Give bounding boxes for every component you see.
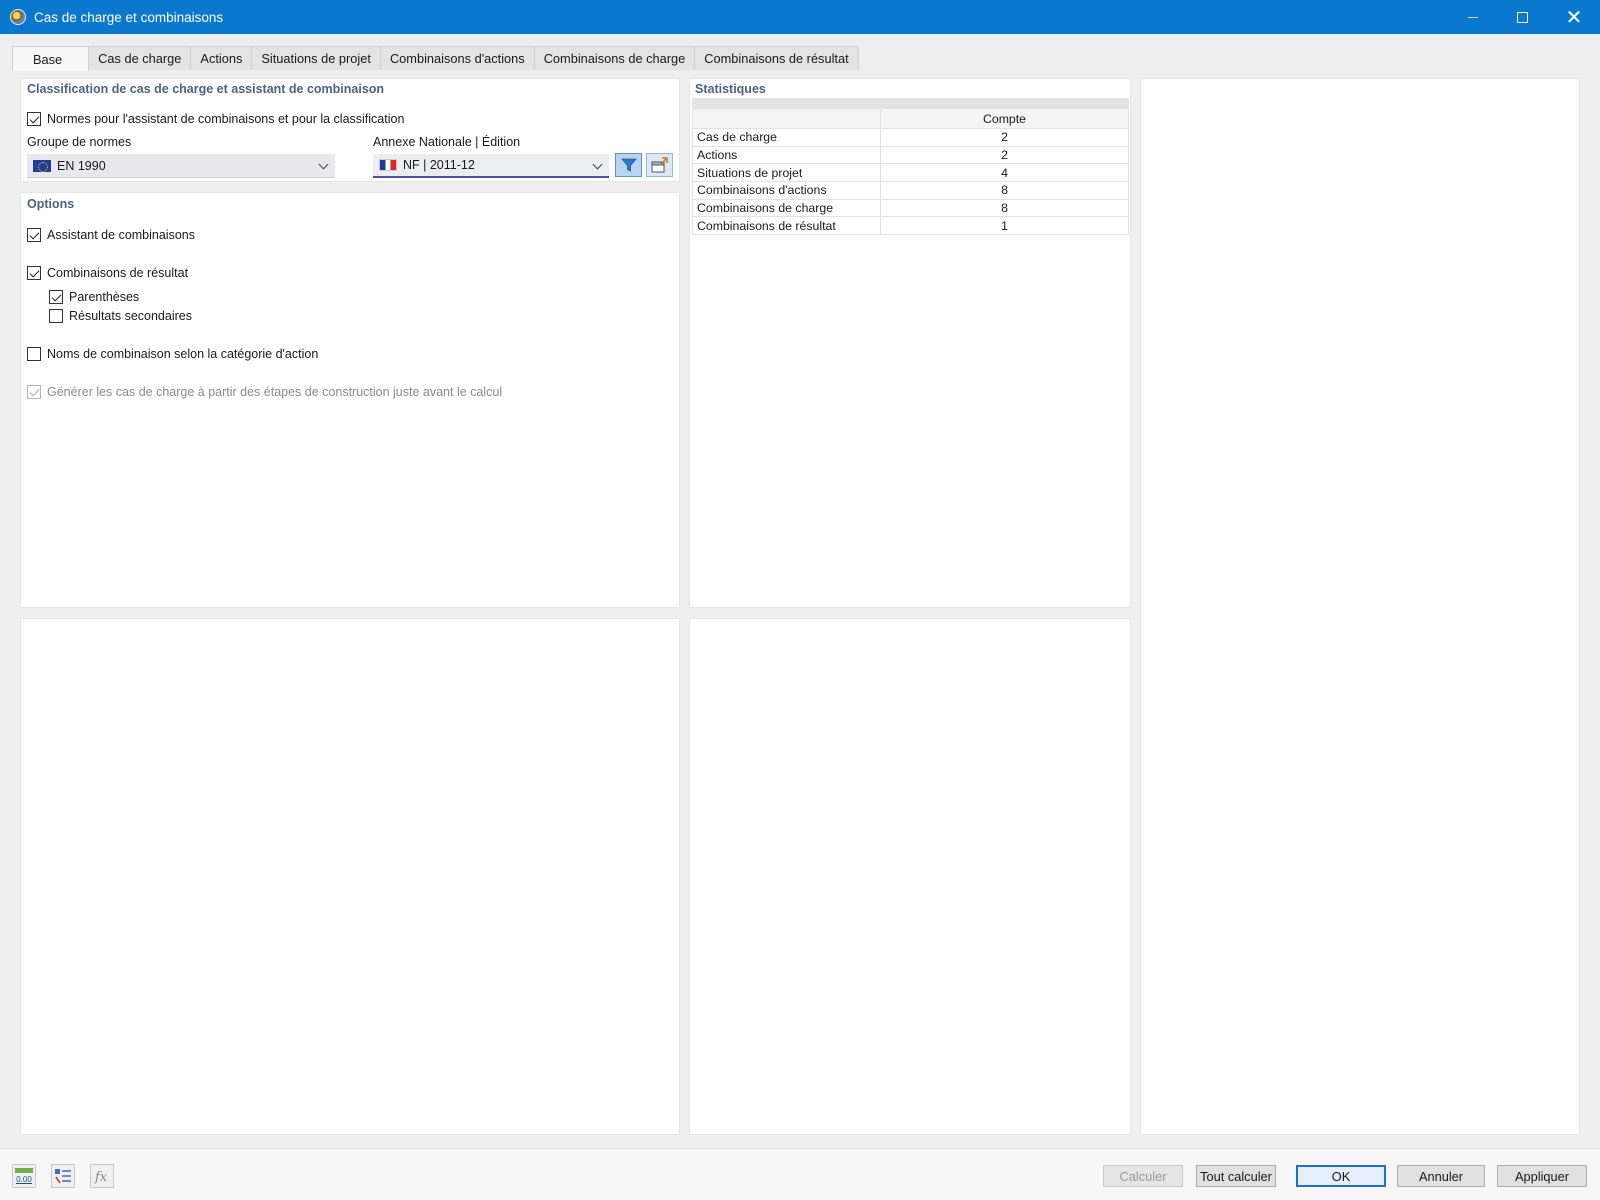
combination-wizard-label: Assistant de combinaisons (47, 228, 195, 242)
lower-middle-panel (689, 618, 1131, 1135)
norm-group-dropdown[interactable]: EN 1990 (27, 154, 335, 178)
calculate-all-button[interactable]: Tout calculer (1196, 1165, 1276, 1187)
checkbox-box[interactable] (27, 112, 41, 126)
generate-load-cases-label: Générer les cas de charge à partir des é… (47, 385, 503, 399)
norms-checkbox[interactable]: Normes pour l'assistant de combinaisons … (27, 112, 404, 126)
statistics-table: Compte Cas de charge 2 Actions 2 Situati… (692, 98, 1129, 236)
tab-design-situations[interactable]: Situations de projet (251, 46, 381, 70)
row-name: Combinaisons d'actions (692, 181, 881, 200)
row-name: Combinaisons de charge (692, 198, 881, 218)
options-panel (20, 192, 680, 608)
table-row[interactable]: Situations de projet 4 (692, 163, 1129, 183)
title-bar: Cas de charge et combinaisons (0, 0, 1600, 34)
statistics-title: Statistiques (695, 82, 766, 96)
options-title: Options (27, 197, 75, 211)
table-row[interactable]: Combinaisons d'actions 8 (692, 181, 1129, 200)
calculate-button[interactable]: Calculer (1103, 1165, 1183, 1187)
formula-icon: fx (94, 1170, 108, 1185)
model-view-button[interactable] (51, 1164, 75, 1188)
checkbox-box[interactable] (49, 290, 63, 304)
app-icon (10, 9, 26, 25)
svg-text:fx: fx (94, 1170, 108, 1185)
chevron-down-icon (592, 159, 603, 170)
checkbox-box[interactable] (27, 228, 41, 242)
names-by-category-label: Noms de combinaison selon la catégorie d… (47, 347, 319, 361)
secondary-results-checkbox[interactable]: Résultats secondaires (49, 309, 192, 323)
row-name: Actions (692, 145, 881, 165)
chevron-down-icon (318, 159, 329, 170)
table-header-band (692, 98, 1129, 109)
row-count: 8 (880, 198, 1129, 218)
cancel-button[interactable]: Annuler (1397, 1165, 1485, 1187)
eu-flag-icon (33, 159, 51, 172)
table-row[interactable]: Cas de charge 2 (692, 128, 1129, 147)
norm-group-label: Groupe de normes (27, 135, 132, 149)
checkbox-box[interactable] (49, 309, 63, 323)
result-combinations-label: Combinaisons de résultat (47, 266, 189, 280)
result-combinations-checkbox[interactable]: Combinaisons de résultat (27, 266, 188, 280)
tab-action-combinations[interactable]: Combinaisons d'actions (379, 46, 535, 70)
tab-bar: Base Cas de charge Actions Situations de… (12, 46, 859, 71)
formula-button[interactable]: fx (90, 1164, 114, 1188)
window-title: Cas de charge et combinaisons (34, 9, 224, 25)
tab-actions[interactable]: Actions (190, 46, 253, 70)
table-header-blank (692, 108, 881, 129)
minimize-button[interactable] (1450, 0, 1496, 34)
lower-left-panel (20, 618, 680, 1135)
annex-dropdown[interactable]: NF | 2011-12 (373, 154, 609, 178)
units-icon-text: 0.00 (16, 1175, 32, 1184)
table-header-row: Compte (692, 108, 1129, 129)
table-row[interactable]: Actions 2 (692, 145, 1129, 165)
tab-base[interactable]: Base (12, 46, 90, 71)
france-flag-icon (379, 159, 397, 171)
generate-load-cases-checkbox: Générer les cas de charge à partir des é… (27, 385, 502, 399)
apply-button[interactable]: Appliquer (1497, 1165, 1587, 1187)
right-panel (1140, 78, 1580, 1135)
row-count: 2 (880, 128, 1129, 147)
units-button[interactable]: 0.00 (12, 1164, 36, 1188)
norms-checkbox-label: Normes pour l'assistant de combinaisons … (47, 112, 405, 126)
checkbox-box (27, 385, 41, 399)
maximize-icon (1516, 11, 1528, 23)
row-name: Combinaisons de résultat (692, 216, 881, 236)
secondary-results-label: Résultats secondaires (69, 309, 192, 323)
row-count: 1 (880, 216, 1129, 236)
parentheses-label: Parenthèses (69, 290, 140, 304)
close-button[interactable]: ✕ (1551, 0, 1597, 34)
maximize-button[interactable] (1499, 0, 1545, 34)
close-icon: ✕ (1565, 6, 1583, 29)
checkbox-box[interactable] (27, 266, 41, 280)
checkbox-box[interactable] (27, 347, 41, 361)
norm-group-value: EN 1990 (57, 158, 106, 173)
parentheses-checkbox[interactable]: Parenthèses (49, 290, 139, 304)
table-row[interactable]: Combinaisons de charge 8 (692, 198, 1129, 218)
table-row[interactable]: Combinaisons de résultat 1 (692, 216, 1129, 236)
decimal-units-icon: 0.00 (15, 1168, 33, 1184)
row-count: 8 (880, 181, 1129, 200)
minimize-icon (1468, 16, 1478, 18)
ok-button[interactable]: OK (1296, 1165, 1386, 1187)
row-count: 4 (880, 163, 1129, 183)
combination-wizard-checkbox[interactable]: Assistant de combinaisons (27, 228, 195, 242)
filter-button[interactable] (615, 153, 642, 177)
count-column-header: Compte (880, 108, 1129, 129)
annex-label: Annexe Nationale | Édition (373, 135, 521, 149)
tab-load-combinations[interactable]: Combinaisons de charge (533, 46, 696, 70)
row-name: Cas de charge (692, 128, 881, 147)
row-count: 2 (880, 145, 1129, 165)
tab-load-cases[interactable]: Cas de charge (88, 46, 192, 70)
structure-view-icon (55, 1169, 71, 1184)
filter-icon (620, 158, 637, 172)
tab-result-combinations[interactable]: Combinaisons de résultat (694, 46, 859, 70)
edit-annex-button[interactable] (646, 153, 673, 177)
classification-title: Classification de cas de charge et assis… (27, 82, 385, 96)
edit-settings-icon (651, 157, 668, 173)
row-name: Situations de projet (692, 163, 881, 183)
names-by-category-checkbox[interactable]: Noms de combinaison selon la catégorie d… (27, 347, 318, 361)
annex-value: NF | 2011-12 (403, 158, 475, 172)
